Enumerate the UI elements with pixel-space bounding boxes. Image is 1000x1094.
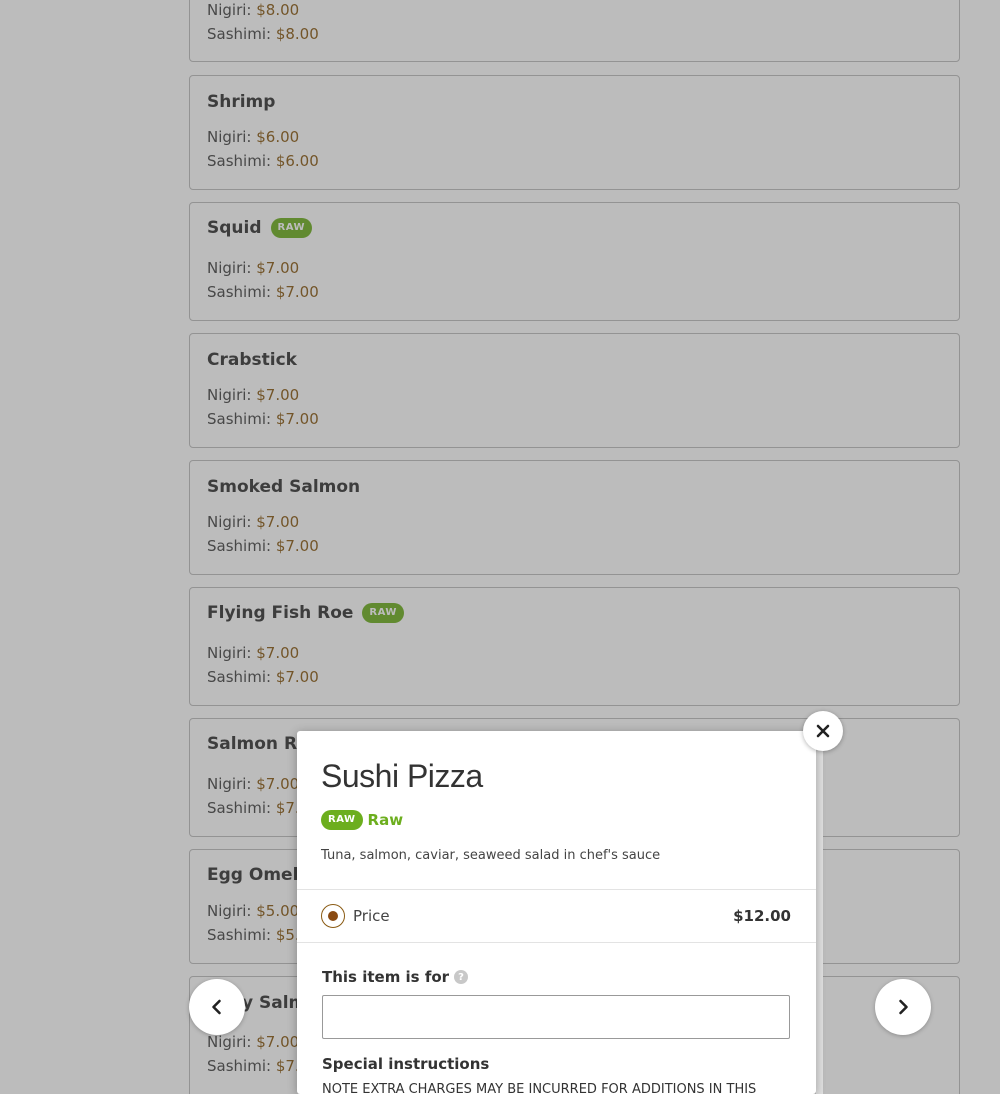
help-icon[interactable]: ? bbox=[454, 970, 469, 984]
next-item-button[interactable] bbox=[875, 979, 931, 1035]
price-radio[interactable] bbox=[321, 904, 345, 928]
chevron-right-icon bbox=[899, 999, 908, 1015]
previous-item-button[interactable] bbox=[189, 979, 245, 1035]
item-description: Tuna, salmon, caviar, seaweed salad in c… bbox=[321, 848, 661, 863]
raw-tag: RAW Raw bbox=[321, 810, 403, 830]
radio-selected-dot bbox=[328, 911, 338, 921]
price-option[interactable]: Price $12.00 bbox=[321, 903, 791, 929]
chevron-left-icon bbox=[212, 999, 221, 1015]
close-icon bbox=[816, 724, 830, 738]
price-option-label: Price bbox=[353, 907, 390, 925]
item-for-input[interactable] bbox=[322, 995, 790, 1039]
special-instructions-note: NOTE EXTRA CHARGES MAY BE INCURRED FOR A… bbox=[322, 1082, 757, 1094]
modal-scrollbar[interactable] bbox=[816, 745, 823, 1094]
price-option-value: $12.00 bbox=[733, 907, 791, 925]
raw-tag-label: Raw bbox=[367, 811, 404, 829]
item-for-label: This item is for ? bbox=[322, 968, 469, 986]
item-detail-modal: Sushi Pizza RAW Raw Tuna, salmon, caviar… bbox=[297, 731, 816, 1094]
raw-badge: RAW bbox=[321, 810, 363, 830]
modal-title: Sushi Pizza bbox=[321, 758, 483, 794]
divider bbox=[297, 942, 816, 943]
special-instructions-label: Special instructions bbox=[322, 1055, 490, 1073]
item-for-label-text: This item is for bbox=[322, 968, 450, 986]
divider bbox=[297, 889, 816, 890]
close-modal-button[interactable] bbox=[803, 711, 843, 751]
